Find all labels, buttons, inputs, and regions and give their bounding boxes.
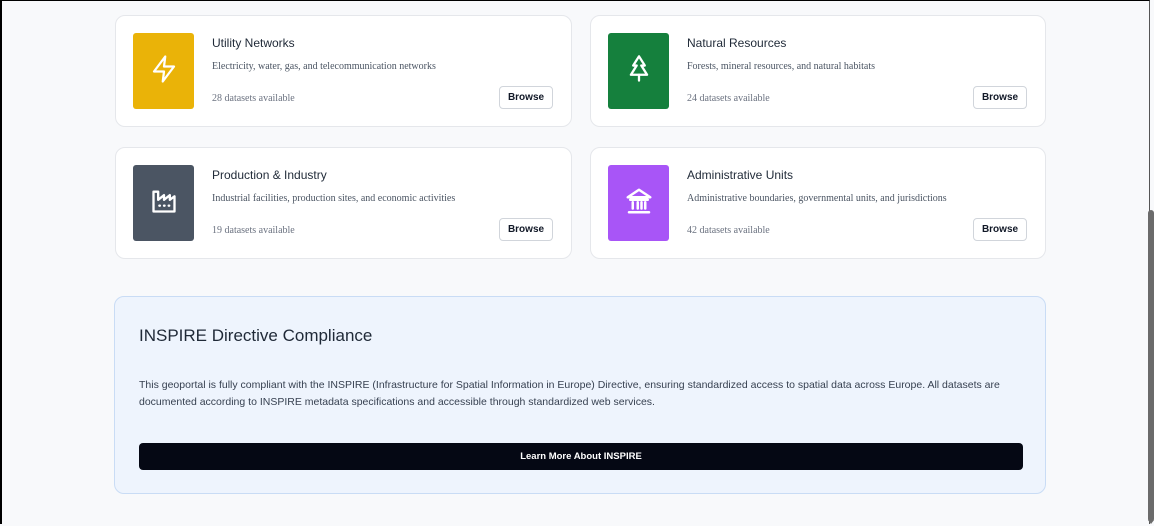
factory-icon [150,187,178,220]
dataset-count: 19 datasets available [212,225,295,236]
browse-button[interactable]: Browse [499,218,553,241]
category-card-utility-networks: Utility Networks Electricity, water, gas… [115,15,572,127]
dataset-count: 42 datasets available [687,225,770,236]
browser-viewport: Utility Networks Electricity, water, gas… [0,0,1150,524]
browse-button[interactable]: Browse [973,86,1027,109]
category-card-production-industry: Production & Industry Industrial facilit… [115,147,572,259]
learn-more-inspire-button[interactable]: Learn More About INSPIRE [139,443,1023,470]
category-icon-box [608,33,669,109]
category-icon-box [133,165,194,241]
category-icon-box [608,165,669,241]
category-description: Electricity, water, gas, and telecommuni… [212,61,436,72]
inspire-heading: INSPIRE Directive Compliance [139,326,373,345]
inspire-description: This geoportal is fully compliant with t… [139,379,1000,408]
scroll-down-arrow-icon[interactable] [1148,520,1154,524]
tree-icon [625,54,653,89]
category-description: Forests, mineral resources, and natural … [687,61,875,72]
category-title: Administrative Units [687,168,794,182]
category-card-administrative-units: Administrative Units Administrative boun… [590,147,1046,259]
dataset-count: 28 datasets available [212,93,295,104]
category-title: Natural Resources [687,36,787,50]
category-description: Industrial facilities, production sites,… [212,193,456,204]
browse-button[interactable]: Browse [973,218,1027,241]
browse-button[interactable]: Browse [499,86,553,109]
lightning-icon [149,54,179,89]
category-card-natural-resources: Natural Resources Forests, mineral resou… [590,15,1046,127]
landmark-icon [624,186,654,221]
dataset-count: 24 datasets available [687,93,770,104]
category-title: Utility Networks [212,36,295,50]
category-title: Production & Industry [212,168,327,182]
category-icon-box [133,33,194,109]
vertical-scrollbar[interactable] [1148,210,1154,522]
category-description: Administrative boundaries, governmental … [687,193,947,204]
inspire-compliance-panel: INSPIRE Directive Compliance This geopor… [114,296,1046,494]
